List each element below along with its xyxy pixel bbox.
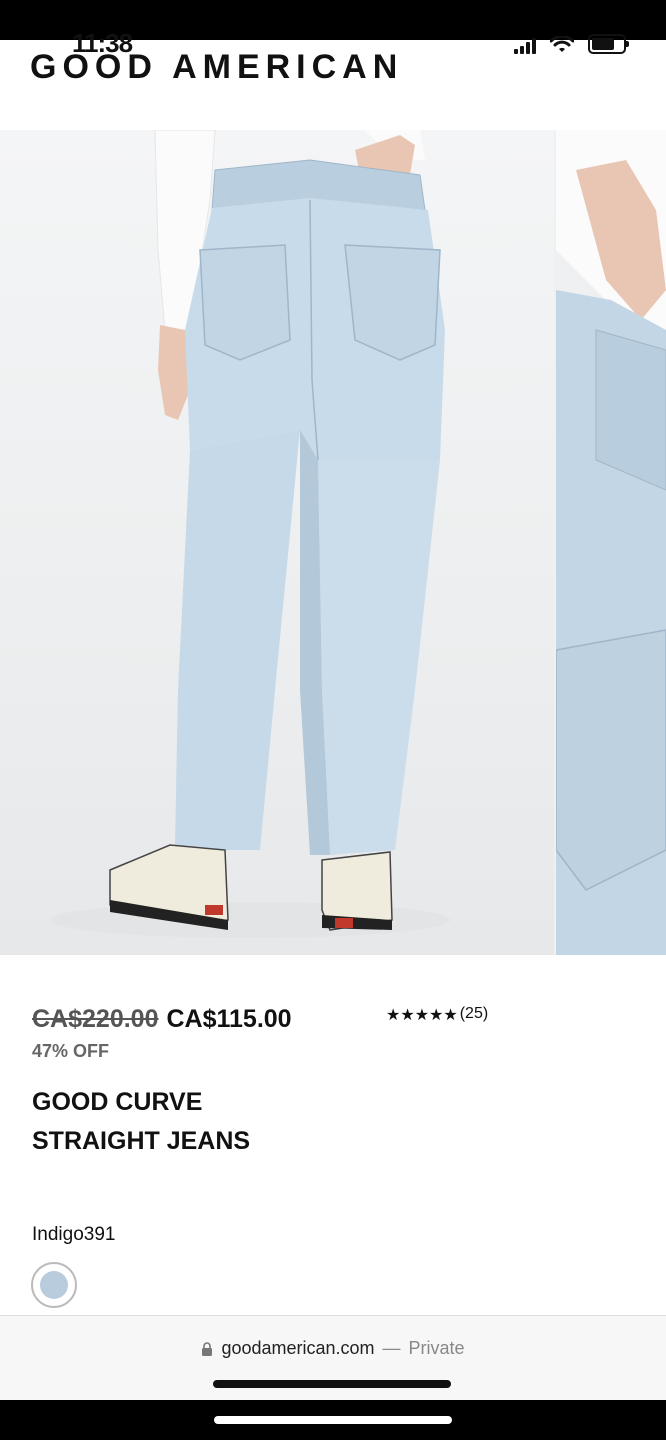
jeans-back-view-illustration (50, 130, 450, 938)
battery-icon (588, 34, 629, 54)
wifi-icon (550, 36, 574, 52)
original-price: CA$220.00 (32, 1005, 159, 1033)
url-separator: — (382, 1338, 401, 1358)
sale-price: CA$115.00 (166, 1005, 292, 1033)
product-title-line-2: STRAIGHT JEANS (32, 1127, 251, 1155)
url-row[interactable]: goodamerican.com — Private (0, 1338, 666, 1359)
lock-icon (202, 1341, 213, 1356)
home-indicator-secondary[interactable] (214, 1416, 452, 1424)
product-info: CA$220.00 CA$115.00 ★★★★★ (25) 47% OFF G… (0, 955, 666, 1315)
selected-color-label: Indigo391 (32, 1224, 116, 1245)
product-image-gallery[interactable] (0, 130, 666, 955)
rating-stars-icon: ★★★★★ (386, 1007, 458, 1024)
browser-url-bar[interactable]: goodamerican.com — Private (0, 1315, 666, 1400)
status-icons (514, 34, 629, 54)
home-indicator[interactable] (213, 1380, 451, 1388)
discount-badge: 47% OFF (32, 1041, 110, 1061)
product-image-detail[interactable] (556, 130, 666, 955)
product-title-line-1: GOOD CURVE (32, 1088, 203, 1116)
color-swatch-indigo391[interactable] (31, 1262, 77, 1308)
bottom-bar-background (0, 1400, 666, 1440)
private-mode-label: Private (408, 1338, 465, 1358)
rating[interactable]: ★★★★★ (25) (386, 1005, 488, 1025)
rating-count: (25) (459, 1005, 489, 1022)
url-host: goodamerican.com (221, 1338, 375, 1358)
jeans-detail-illustration (556, 130, 666, 955)
price-row: CA$220.00 CA$115.00 (32, 1005, 292, 1034)
product-image-back-view[interactable] (0, 130, 554, 955)
product-title: GOOD CURVE STRAIGHT JEANS (32, 1083, 332, 1161)
status-time: 11:38 (72, 28, 133, 58)
signal-icon (514, 38, 536, 54)
